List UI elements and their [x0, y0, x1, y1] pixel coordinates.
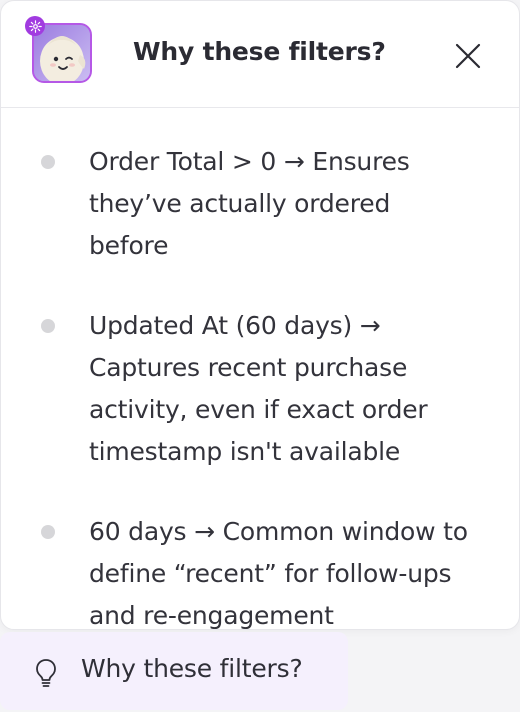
bullet-icon — [41, 319, 55, 333]
bullet-icon — [41, 155, 55, 169]
list-item: Updated At (60 days) → Captures recent p… — [1, 305, 519, 473]
panel-header: Why these filters? — [1, 1, 519, 108]
list-item-text: Updated At (60 days) → Captures recent p… — [89, 311, 428, 466]
bullet-icon — [41, 525, 55, 539]
list-item-text: 60 days → Common window to define “recen… — [89, 517, 468, 630]
lightbulb-icon — [36, 659, 56, 687]
why-filters-chip[interactable]: Why these filters? — [0, 632, 348, 710]
chip-label: Why these filters? — [81, 654, 303, 683]
close-icon — [455, 43, 481, 69]
filters-explanation-panel: Why these filters? Order Total > 0 → Ens… — [0, 0, 520, 630]
list-item: Order Total > 0 → Ensures they’ve actual… — [1, 141, 519, 267]
list-item: 60 days → Common window to define “recen… — [1, 511, 519, 630]
list-item-text: Order Total > 0 → Ensures they’ve actual… — [89, 147, 410, 260]
sparkle-icon — [25, 16, 45, 36]
close-button[interactable] — [453, 41, 483, 71]
panel-title: Why these filters? — [133, 37, 386, 66]
filter-reasons-list: Order Total > 0 → Ensures they’ve actual… — [1, 141, 519, 630]
